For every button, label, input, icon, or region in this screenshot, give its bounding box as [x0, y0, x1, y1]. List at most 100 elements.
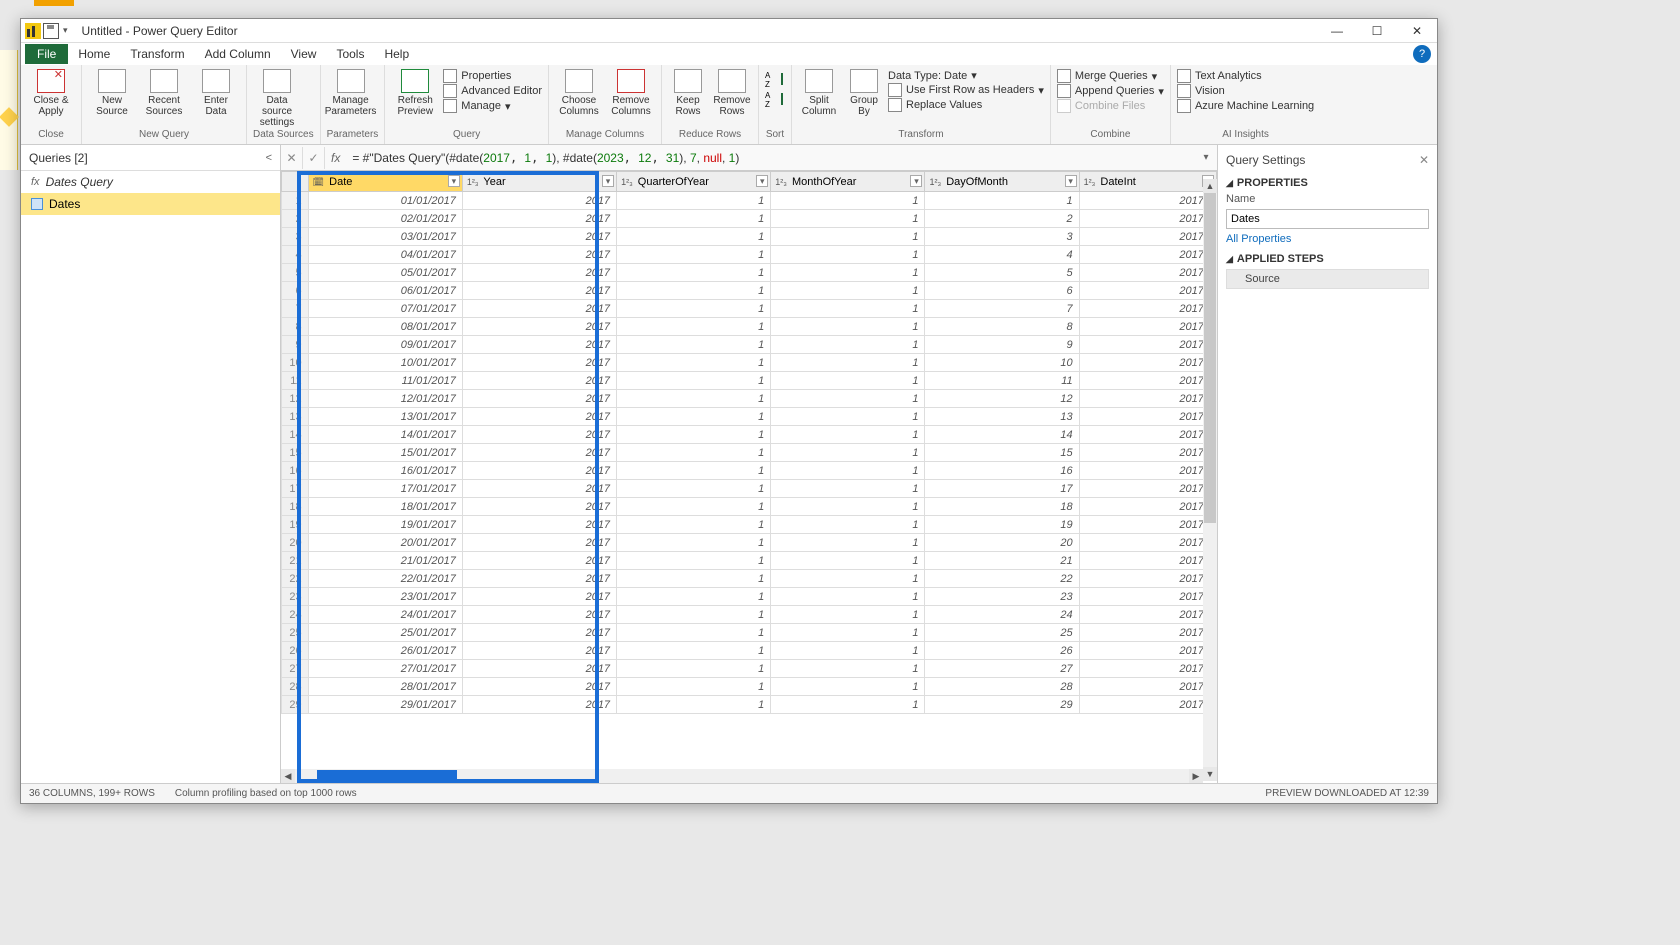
close-settings-button[interactable]: ✕ — [1419, 153, 1429, 167]
formula-commit-button[interactable]: ✓ — [303, 147, 325, 169]
properties-button[interactable]: Properties — [443, 69, 542, 83]
split-column-button[interactable]: Split Column — [798, 67, 840, 117]
advanced-editor-button[interactable]: Advanced Editor — [443, 84, 542, 98]
column-header-date[interactable]: 🗓 Date▾ — [308, 172, 462, 192]
row-index-header[interactable] — [282, 172, 309, 192]
group-by-button[interactable]: Group By — [844, 67, 884, 117]
formula-expand-button[interactable]: ▾ — [1195, 152, 1217, 163]
manage-parameters-button[interactable]: Manage Parameters — [327, 67, 375, 117]
table-row[interactable]: 202/01/2017201711220170 — [282, 210, 1217, 228]
query-name-input[interactable] — [1226, 209, 1429, 229]
scroll-down-icon[interactable]: ▼ — [1203, 767, 1217, 781]
table-row[interactable]: 2222/01/20172017112220170 — [282, 570, 1217, 588]
table-row[interactable]: 2626/01/20172017112620170 — [282, 642, 1217, 660]
hscroll-thumb[interactable] — [317, 770, 457, 782]
remove-columns-button[interactable]: Remove Columns — [607, 67, 655, 117]
recent-sources-button[interactable]: Recent Sources — [140, 67, 188, 117]
table-row[interactable]: 1717/01/20172017111720170 — [282, 480, 1217, 498]
new-source-button[interactable]: New Source — [88, 67, 136, 117]
tab-tools[interactable]: Tools — [326, 44, 374, 64]
table-row[interactable]: 2727/01/20172017112720170 — [282, 660, 1217, 678]
table-row[interactable]: 1919/01/20172017111920170 — [282, 516, 1217, 534]
table-row[interactable]: 909/01/2017201711920170 — [282, 336, 1217, 354]
table-row[interactable]: 606/01/2017201711620170 — [282, 282, 1217, 300]
table-row[interactable]: 1010/01/20172017111020170 — [282, 354, 1217, 372]
table-row[interactable]: 404/01/2017201711420170 — [282, 246, 1217, 264]
table-row[interactable]: 1313/01/20172017111320170 — [282, 408, 1217, 426]
table-row[interactable]: 2525/01/20172017112520170 — [282, 624, 1217, 642]
queries-header[interactable]: Queries [2] < — [21, 145, 280, 171]
minimize-button[interactable]: — — [1317, 19, 1357, 43]
table-row[interactable]: 1616/01/20172017111620170 — [282, 462, 1217, 480]
first-row-headers-button[interactable]: Use First Row as Headers ▾ — [888, 83, 1044, 97]
save-icon[interactable] — [43, 23, 59, 39]
table-row[interactable]: 1212/01/20172017111220170 — [282, 390, 1217, 408]
column-header-dateint[interactable]: 1²₃ DateInt▾ — [1079, 172, 1216, 192]
scroll-right-icon[interactable]: ▶ — [1189, 769, 1203, 783]
keep-rows-button[interactable]: Keep Rows — [668, 67, 708, 117]
table-row[interactable]: 2323/01/20172017112320170 — [282, 588, 1217, 606]
table-row[interactable]: 505/01/2017201711520170 — [282, 264, 1217, 282]
file-tab[interactable]: File — [25, 44, 68, 64]
column-filter-icon[interactable]: ▾ — [756, 175, 768, 187]
close-button[interactable]: ✕ — [1397, 19, 1437, 43]
manage-button[interactable]: Manage ▾ — [443, 99, 542, 113]
table-row[interactable]: 2121/01/20172017112120170 — [282, 552, 1217, 570]
data-type-button[interactable]: Data Type: Date ▾ — [888, 69, 1044, 82]
help-icon[interactable]: ? — [1413, 45, 1431, 63]
close-apply-button[interactable]: ✕Close & Apply — [27, 67, 75, 117]
applied-steps-header[interactable]: ◢APPLIED STEPS — [1226, 253, 1429, 265]
collapse-icon[interactable]: < — [266, 152, 272, 164]
merge-queries-button[interactable]: Merge Queries ▾ — [1057, 69, 1164, 83]
tab-help[interactable]: Help — [374, 44, 419, 64]
column-header-monthofyear[interactable]: 1²₃ MonthOfYear▾ — [771, 172, 925, 192]
vision-button[interactable]: Vision — [1177, 84, 1314, 98]
vertical-scrollbar[interactable]: ▲ ▼ — [1203, 193, 1217, 767]
column-header-dayofmonth[interactable]: 1²₃ DayOfMonth▾ — [925, 172, 1079, 192]
table-row[interactable]: 1111/01/20172017111120170 — [282, 372, 1217, 390]
table-row[interactable]: 303/01/2017201711320170 — [282, 228, 1217, 246]
choose-columns-button[interactable]: Choose Columns — [555, 67, 603, 117]
tab-add-column[interactable]: Add Column — [195, 44, 281, 64]
table-row[interactable]: 2424/01/20172017112420170 — [282, 606, 1217, 624]
formula-cancel-button[interactable]: ✕ — [281, 147, 303, 169]
sort-asc-button[interactable] — [765, 71, 785, 89]
table-row[interactable]: 2020/01/20172017112020170 — [282, 534, 1217, 552]
table-row[interactable]: 2929/01/20172017112920170 — [282, 696, 1217, 714]
sort-desc-button[interactable] — [765, 91, 785, 109]
scroll-left-icon[interactable]: ◀ — [281, 769, 295, 783]
tab-home[interactable]: Home — [68, 44, 120, 64]
data-source-settings-button[interactable]: Data source settings — [253, 67, 301, 128]
maximize-button[interactable]: ☐ — [1357, 19, 1397, 43]
column-header-quarterofyear[interactable]: 1²₃ QuarterOfYear▾ — [617, 172, 771, 192]
query-item-dates[interactable]: Dates — [21, 193, 280, 215]
scroll-up-icon[interactable]: ▲ — [1203, 179, 1217, 193]
append-queries-button[interactable]: Append Queries ▾ — [1057, 84, 1164, 98]
formula-input[interactable]: = #"Dates Query"(#date(2017, 1, 1), #dat… — [346, 151, 1195, 165]
table-row[interactable]: 1515/01/20172017111520170 — [282, 444, 1217, 462]
text-analytics-button[interactable]: Text Analytics — [1177, 69, 1314, 83]
tab-view[interactable]: View — [281, 44, 327, 64]
column-filter-icon[interactable]: ▾ — [910, 175, 922, 187]
query-item-dates-query[interactable]: fx Dates Query — [21, 171, 280, 193]
combine-files-button[interactable]: Combine Files — [1057, 99, 1164, 113]
table-row[interactable]: 707/01/2017201711720170 — [282, 300, 1217, 318]
azure-ml-button[interactable]: Azure Machine Learning — [1177, 99, 1314, 113]
column-filter-icon[interactable]: ▾ — [1065, 175, 1077, 187]
table-row[interactable]: 808/01/2017201711820170 — [282, 318, 1217, 336]
step-source[interactable]: Source — [1226, 269, 1429, 289]
properties-section-header[interactable]: ◢PROPERTIES — [1226, 177, 1429, 189]
enter-data-button[interactable]: Enter Data — [192, 67, 240, 117]
table-row[interactable]: 1414/01/20172017111420170 — [282, 426, 1217, 444]
vscroll-thumb[interactable] — [1204, 193, 1216, 523]
table-row[interactable]: 101/01/2017201711120170 — [282, 192, 1217, 210]
tab-transform[interactable]: Transform — [120, 44, 194, 64]
column-filter-icon[interactable]: ▾ — [602, 175, 614, 187]
all-properties-link[interactable]: All Properties — [1226, 233, 1291, 245]
column-header-year[interactable]: 1²₃ Year▾ — [462, 172, 616, 192]
replace-values-button[interactable]: Replace Values — [888, 98, 1044, 112]
table-row[interactable]: 2828/01/20172017112820170 — [282, 678, 1217, 696]
horizontal-scrollbar[interactable]: ◀ ▶ — [281, 769, 1203, 783]
table-row[interactable]: 1818/01/20172017111820170 — [282, 498, 1217, 516]
remove-rows-button[interactable]: Remove Rows — [712, 67, 752, 117]
